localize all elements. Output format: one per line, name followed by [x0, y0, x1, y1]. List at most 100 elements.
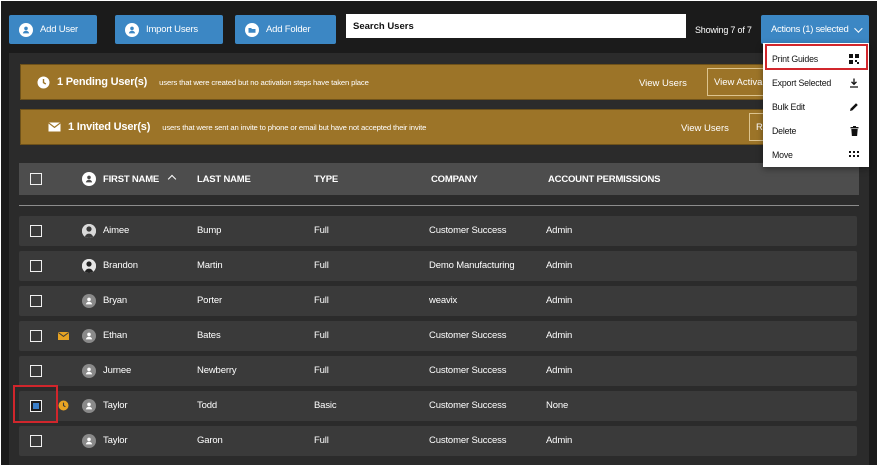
- import-users-button[interactable]: Import Users: [115, 15, 223, 44]
- invited-users-title: 1 Invited User(s): [68, 121, 151, 133]
- table-row[interactable]: Aimee Bump Full Customer Success Admin: [19, 216, 857, 246]
- add-folder-label: Add Folder: [266, 24, 311, 35]
- trash-icon: [849, 126, 859, 136]
- menu-item-delete[interactable]: Delete: [763, 119, 869, 143]
- default-avatar-icon: [82, 434, 96, 448]
- menu-item-label: Bulk Edit: [772, 102, 805, 112]
- column-last-name[interactable]: LAST NAME: [197, 174, 251, 185]
- cell-last-name: Martin: [197, 260, 223, 271]
- column-type[interactable]: TYPE: [314, 174, 338, 185]
- avatar: [82, 224, 96, 238]
- table-header: FIRST NAME LAST NAME TYPE COMPANY ACCOUN…: [19, 163, 859, 195]
- print-guides-highlight: [765, 44, 868, 70]
- cell-type: Full: [314, 365, 329, 376]
- row-checkbox[interactable]: [30, 225, 42, 237]
- search-input[interactable]: [346, 14, 686, 38]
- row-checkbox[interactable]: [30, 295, 42, 307]
- import-users-label: Import Users: [146, 24, 198, 35]
- table-row[interactable]: Brandon Martin Full Demo Manufacturing A…: [19, 251, 857, 281]
- cell-last-name: Newberry: [197, 365, 237, 376]
- cell-company: weavix: [429, 295, 458, 306]
- import-users-icon: [125, 22, 139, 37]
- download-icon: [849, 78, 859, 88]
- cell-last-name: Bates: [197, 330, 221, 341]
- table-row[interactable]: Jurnee Newberry Full Customer Success Ad…: [19, 356, 857, 386]
- header-divider: [19, 205, 859, 206]
- showing-count: Showing 7 of 7: [695, 25, 752, 35]
- cell-first-name: Jurnee: [103, 365, 132, 376]
- pending-users-title: 1 Pending User(s): [57, 76, 148, 88]
- pending-users-description: users that were created but no activatio…: [159, 77, 369, 87]
- cell-type: Full: [314, 330, 329, 341]
- cell-type: Full: [314, 225, 329, 236]
- pending-users-banner: 1 Pending User(s) users that were create…: [20, 64, 861, 100]
- row-checkbox[interactable]: [30, 330, 42, 342]
- column-account-permissions[interactable]: ACCOUNT PERMISSIONS: [548, 174, 661, 185]
- cell-permissions: Admin: [546, 225, 573, 236]
- add-user-button[interactable]: Add User: [9, 15, 97, 44]
- cell-company: Customer Success: [429, 365, 507, 376]
- table-row[interactable]: Taylor Garon Full Customer Success Admin: [19, 426, 857, 456]
- cell-permissions: Admin: [546, 295, 573, 306]
- table-row[interactable]: Bryan Porter Full weavix Admin: [19, 286, 857, 316]
- cell-permissions: Admin: [546, 330, 573, 341]
- select-all-checkbox[interactable]: [30, 173, 42, 185]
- cell-permissions: Admin: [546, 435, 573, 446]
- cell-company: Customer Success: [429, 435, 507, 446]
- envelope-icon: [48, 122, 61, 132]
- cell-first-name: Taylor: [103, 435, 128, 446]
- cell-first-name: Taylor: [103, 400, 128, 411]
- actions-label: Actions (1) selected: [771, 24, 849, 35]
- table-row[interactable]: Ethan Bates Full Customer Success Admin: [19, 321, 857, 351]
- cell-permissions: None: [546, 400, 569, 411]
- cell-first-name: Ethan: [103, 330, 128, 341]
- cell-type: Full: [314, 260, 329, 271]
- sort-ascending-icon[interactable]: [167, 174, 177, 184]
- row-checkbox[interactable]: [30, 435, 42, 447]
- folder-icon: [245, 22, 259, 37]
- cell-type: Full: [314, 295, 329, 306]
- user-column-icon: [82, 172, 96, 186]
- cell-company: Demo Manufacturing: [429, 260, 515, 271]
- menu-item-export-selected[interactable]: Export Selected: [763, 71, 869, 95]
- avatar: [82, 259, 96, 273]
- menu-item-move[interactable]: Move: [763, 143, 869, 167]
- cell-permissions: Admin: [546, 260, 573, 271]
- cell-type: Basic: [314, 400, 337, 411]
- cell-last-name: Todd: [197, 400, 218, 411]
- default-avatar-icon: [82, 364, 96, 378]
- menu-item-label: Move: [772, 150, 793, 160]
- table-row[interactable]: Taylor Todd Basic Customer Success None: [19, 391, 857, 421]
- default-avatar-icon: [82, 294, 96, 308]
- invited-view-users-link[interactable]: View Users: [681, 123, 729, 134]
- add-folder-button[interactable]: Add Folder: [235, 15, 336, 44]
- cell-last-name: Garon: [197, 435, 223, 446]
- cell-first-name: Brandon: [103, 260, 138, 271]
- cell-permissions: Admin: [546, 365, 573, 376]
- column-company[interactable]: COMPANY: [431, 174, 478, 185]
- menu-item-label: Export Selected: [772, 78, 832, 88]
- column-first-name[interactable]: FIRST NAME: [103, 174, 159, 185]
- cell-last-name: Porter: [197, 295, 222, 306]
- clock-icon: [58, 400, 69, 414]
- envelope-icon: [58, 332, 69, 343]
- invited-users-banner: 1 Invited User(s) users that were sent a…: [20, 109, 861, 145]
- cell-company: Customer Success: [429, 225, 507, 236]
- default-avatar-icon: [82, 399, 96, 413]
- row-checkbox[interactable]: [30, 260, 42, 272]
- add-user-label: Add User: [40, 24, 79, 35]
- chevron-down-icon: [854, 23, 864, 33]
- menu-item-bulk-edit[interactable]: Bulk Edit: [763, 95, 869, 119]
- actions-dropdown-button[interactable]: Actions (1) selected: [761, 15, 869, 44]
- cell-first-name: Aimee: [103, 225, 130, 236]
- cell-first-name: Bryan: [103, 295, 128, 306]
- grid-icon: [849, 150, 859, 160]
- pending-view-users-link[interactable]: View Users: [639, 78, 687, 89]
- cell-company: Customer Success: [429, 330, 507, 341]
- selected-checkbox-highlight: [13, 385, 58, 423]
- cell-last-name: Bump: [197, 225, 222, 236]
- default-avatar-icon: [82, 329, 96, 343]
- invited-users-description: users that were sent an invite to phone …: [162, 122, 427, 132]
- add-user-icon: [19, 22, 33, 37]
- row-checkbox[interactable]: [30, 365, 42, 377]
